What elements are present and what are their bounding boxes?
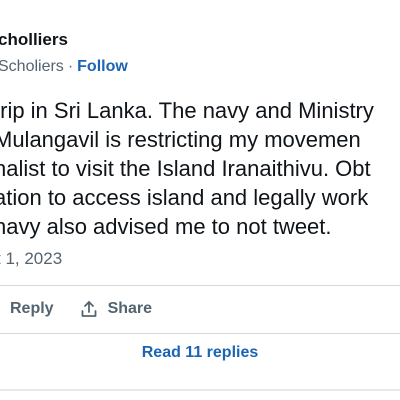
read-replies-link[interactable]: Read 11 replies	[0, 340, 400, 366]
tweet-text-line: navy also advised me to not tweet.	[0, 214, 332, 239]
divider	[0, 285, 400, 286]
handle-separator: ·	[67, 58, 74, 75]
author-handle[interactable]: Scholiers	[0, 58, 64, 75]
author-handle-row: Scholiers · Follow	[0, 58, 128, 76]
action-bar: Reply Share	[0, 296, 152, 322]
reply-label: Reply	[10, 300, 54, 317]
share-label: Share	[107, 300, 153, 317]
tweet-timestamp[interactable]: t 1, 2023	[0, 249, 62, 269]
divider	[0, 389, 400, 391]
tweet-text-line: nalist to visit the Island Iranaithivu. …	[0, 156, 371, 181]
tweet-text-line: Mulangavil is restricting my movemen	[0, 127, 361, 152]
tweet-text-line: ation to access island and legally work	[0, 185, 369, 210]
follow-link[interactable]: Follow	[77, 58, 128, 75]
author-name[interactable]: cholliers	[0, 30, 68, 50]
divider	[0, 333, 400, 334]
tweet-card: cholliers Scholiers · Follow trip in Sri L…	[0, 0, 400, 400]
share-icon	[81, 301, 96, 317]
tweet-text-line: trip in Sri Lanka. The navy and Ministry	[0, 98, 374, 123]
share-button[interactable]: Share	[80, 300, 152, 318]
tweet-text: trip in Sri Lanka. The navy and Ministry…	[0, 96, 400, 241]
reply-button[interactable]: Reply	[10, 300, 54, 318]
